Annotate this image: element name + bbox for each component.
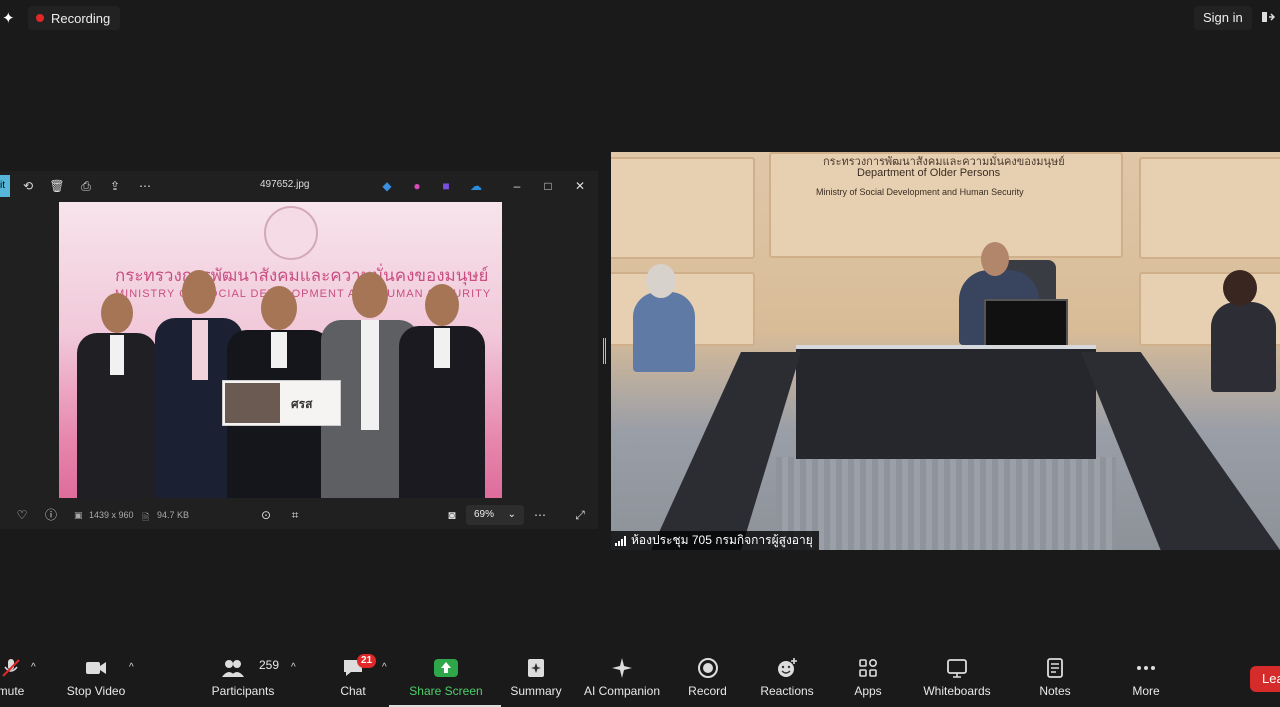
room-sign-department: Department of Older Persons <box>857 167 1001 179</box>
copilot-icon[interactable]: ● <box>409 178 425 194</box>
participant-count: 259 <box>259 658 280 672</box>
notes-icon <box>1047 658 1063 678</box>
notes-button[interactable]: Notes <box>1030 650 1080 707</box>
viewer-toolbar: it ⟲ 🗑 ⎙ ⇪ ⋯ 497652.jpg ◆ ● ■ ☁ – □ ✕ <box>0 171 598 201</box>
viewer-status-bar: ♡ ⓘ ▣ 1439 x 960 🗎 94.7 KB ⊙ ⌗ ◙ 69% ⌄ ⋯… <box>0 501 598 529</box>
fullscreen-icon[interactable]: ⤢ <box>572 507 588 523</box>
participants-icon <box>222 660 244 677</box>
ai-companion-sparkle-icon <box>612 658 632 678</box>
participant-name-tag: ห้องประชุม 705 กรมกิจการผู้สูงอายุ <box>611 531 819 550</box>
rotate-icon[interactable]: ⟲ <box>20 178 36 194</box>
participant-name: ห้องประชุม 705 กรมกิจการผู้สูงอายุ <box>631 533 813 547</box>
share-screen-icon <box>434 659 458 677</box>
ministry-seal-icon <box>264 206 318 260</box>
actual-size-icon[interactable]: ◙ <box>444 507 460 523</box>
chat-button[interactable]: 21 Chat <box>328 650 378 707</box>
audio-options-caret-icon[interactable]: ^ <box>31 662 36 673</box>
photo-held-sign: ศรส <box>222 380 341 426</box>
maximize-icon[interactable]: □ <box>540 178 556 194</box>
chat-options-caret-icon[interactable]: ^ <box>382 662 387 673</box>
participants-options-caret-icon[interactable]: ^ <box>291 662 296 673</box>
designer-icon[interactable]: ◆ <box>379 178 395 194</box>
ai-companion-button[interactable]: AI Companion <box>580 650 664 707</box>
delete-icon[interactable]: 🗑 <box>49 178 65 194</box>
edit-button[interactable]: it <box>0 175 10 197</box>
video-options-caret-icon[interactable]: ^ <box>129 662 134 673</box>
mute-button[interactable]: mute <box>0 650 36 707</box>
exit-fullscreen-icon[interactable] <box>1261 10 1275 24</box>
more-button[interactable]: More <box>1121 650 1171 707</box>
chevron-down-icon: ⌄ <box>507 509 516 520</box>
more-options-icon[interactable]: ⋯ <box>532 507 548 523</box>
microphone-muted-icon <box>2 659 20 677</box>
favorite-heart-icon[interactable]: ♡ <box>14 507 30 523</box>
share-icon[interactable]: ⇪ <box>107 178 123 194</box>
clipchamp-icon[interactable]: ■ <box>438 178 454 194</box>
onedrive-icon[interactable]: ☁ <box>468 178 484 194</box>
record-icon <box>697 658 718 678</box>
chat-unread-badge: 21 <box>357 654 377 668</box>
recording-indicator[interactable]: Recording <box>28 6 121 30</box>
leave-button[interactable]: Lea <box>1250 666 1280 692</box>
info-icon[interactable]: ⓘ <box>43 507 59 523</box>
more-dots-icon <box>1137 666 1155 670</box>
whiteboards-button[interactable]: Whiteboards <box>917 650 997 707</box>
video-camera-icon <box>86 662 106 674</box>
image-size-icon: ▣ <box>74 510 83 520</box>
top-bar: ✦ Recording Sign in <box>0 0 1280 36</box>
photo-person <box>399 284 485 498</box>
participant-video-tile[interactable]: กระทรวงการพัฒนาสังคมและความมั่นคงของมนุษ… <box>611 152 1280 550</box>
photo-sign-text: ศรส <box>291 397 313 411</box>
share-screen-button[interactable]: Share Screen <box>404 650 488 707</box>
room-sign-ministry: Ministry of Social Development and Human… <box>816 187 1024 197</box>
displayed-photo: กระทรวงการพัฒนาสังคมและความมั่นคงของมนุษ… <box>59 202 502 498</box>
smiley-reaction-icon <box>778 658 797 677</box>
record-button[interactable]: Record <box>680 650 735 707</box>
reactions-button[interactable]: Reactions <box>755 650 819 707</box>
close-icon[interactable]: ✕ <box>572 178 588 194</box>
stop-video-button[interactable]: Stop Video <box>60 650 132 707</box>
zoom-level-dropdown[interactable]: 69% ⌄ <box>466 505 524 525</box>
visual-search-icon[interactable]: ⊙ <box>258 507 274 523</box>
recording-dot-icon <box>36 14 44 22</box>
meeting-toolbar: mute ^ Stop Video ^ 259 Participants ^ 2… <box>0 650 1280 707</box>
apps-icon <box>859 658 878 677</box>
minimize-icon[interactable]: – <box>509 178 525 194</box>
tile-resize-handle[interactable] <box>603 338 606 364</box>
summary-icon <box>528 659 544 677</box>
recording-label: Recording <box>51 10 111 26</box>
ai-sparkle-icon[interactable]: ✦ <box>2 9 15 27</box>
file-size-icon: 🗎 <box>142 512 150 522</box>
participants-button[interactable]: 259 Participants <box>205 650 281 707</box>
print-icon[interactable]: ⎙ <box>78 178 94 194</box>
apps-button[interactable]: Apps <box>842 650 894 707</box>
summary-button[interactable]: Summary <box>504 650 568 707</box>
crop-icon[interactable]: ⌗ <box>287 507 303 523</box>
whiteboard-icon <box>947 659 967 678</box>
image-file-size: 94.7 KB <box>157 510 190 520</box>
viewer-filename: 497652.jpg <box>260 179 310 190</box>
connection-signal-icon <box>615 535 626 546</box>
image-dimensions: 1439 x 960 <box>89 510 134 520</box>
shared-photo-viewer-window: it ⟲ 🗑 ⎙ ⇪ ⋯ 497652.jpg ◆ ● ■ ☁ – □ ✕ กร… <box>0 171 598 529</box>
more-options-icon[interactable]: ⋯ <box>137 178 153 194</box>
photo-person <box>77 293 157 498</box>
sign-in-button[interactable]: Sign in <box>1194 6 1252 30</box>
